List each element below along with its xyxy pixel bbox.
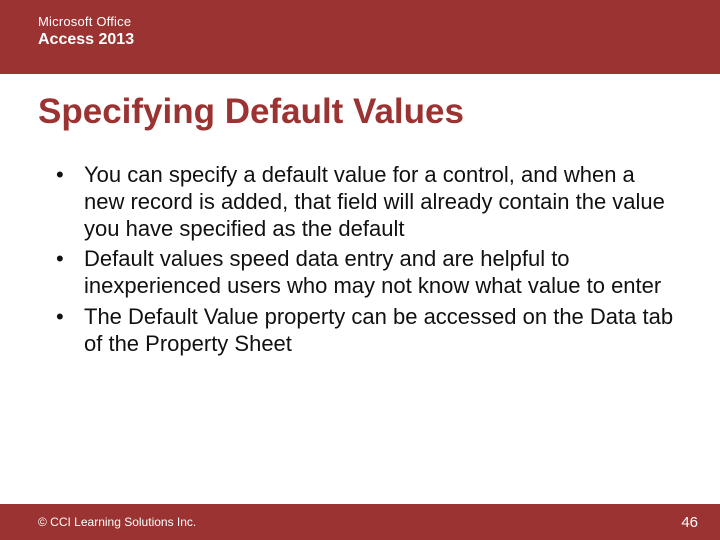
bullet-item: Default values speed data entry and are … (56, 246, 680, 300)
slide: Microsoft Office Access 2013 Specifying … (0, 0, 720, 540)
header-band: Microsoft Office Access 2013 (0, 0, 720, 74)
product-line: Access 2013 (38, 31, 720, 49)
slide-title: Specifying Default Values (38, 92, 464, 132)
bullet-item: You can specify a default value for a co… (56, 162, 680, 242)
brand-line: Microsoft Office (38, 14, 720, 29)
page-number: 46 (681, 514, 698, 531)
copyright-text: © CCI Learning Solutions Inc. (38, 515, 196, 529)
slide-body: You can specify a default value for a co… (56, 162, 680, 362)
footer-band: © CCI Learning Solutions Inc. 46 (0, 504, 720, 540)
bullet-list: You can specify a default value for a co… (56, 162, 680, 358)
bullet-item: The Default Value property can be access… (56, 304, 680, 358)
header-inner: Microsoft Office Access 2013 (0, 0, 720, 49)
